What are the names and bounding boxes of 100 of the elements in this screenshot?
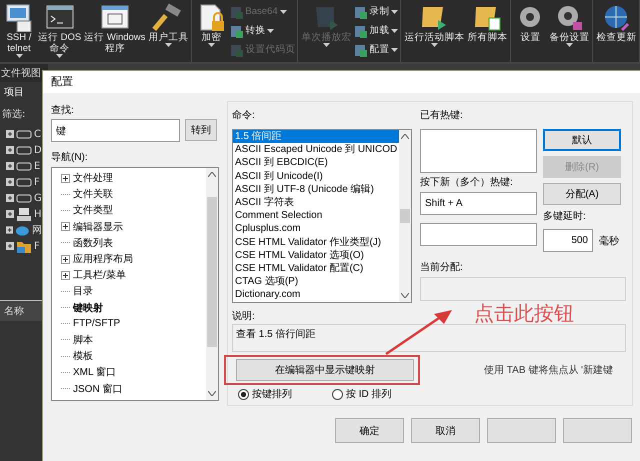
field-label: 查找: [51, 104, 74, 118]
toolbar-button[interactable]: 设置 [513, 2, 548, 43]
toolbar-button[interactable]: 加载 [353, 23, 398, 38]
scrollbar[interactable] [399, 130, 411, 302]
toolbar-button[interactable]: 运行 DOS 命令 [37, 2, 82, 58]
scroll-thumb[interactable] [400, 209, 410, 223]
tree-item[interactable]: 文件关联 [73, 187, 113, 202]
toolbar-button[interactable]: 用户工具 [147, 2, 190, 47]
scroll-thumb[interactable] [207, 197, 217, 347]
tool-icon [229, 24, 244, 38]
hotkey-list[interactable] [420, 129, 537, 173]
drive-label[interactable]: C [34, 128, 41, 140]
arrow-annotation [384, 308, 454, 356]
tree-item[interactable]: 编辑器显示 [73, 220, 123, 234]
toolbar-button[interactable]: 备份设置 [548, 2, 590, 47]
list-item[interactable]: Comment Selection [233, 209, 399, 222]
radio-option[interactable]: 按键排列 [238, 387, 292, 401]
tree-item[interactable]: 文件处理 [73, 171, 113, 186]
scrollbar[interactable] [206, 168, 218, 400]
toolbar-button[interactable]: 运行 Windows 程序 [83, 2, 146, 54]
network-drive-icon [16, 206, 32, 222]
radio-option[interactable]: 按 ID 排列 [332, 387, 392, 401]
field-label: 按下新（多个）热键: [420, 176, 513, 190]
field-label: 已有热键: [420, 108, 463, 123]
scroll-up-icon [208, 172, 216, 177]
toolbar-button[interactable]: 所有脚本 [466, 2, 508, 43]
toolbar-button[interactable]: SSH / telnet [2, 2, 36, 58]
tool-icon [353, 24, 368, 38]
toolbar-button[interactable]: 配置 [353, 42, 398, 57]
expand-icon [6, 226, 14, 234]
list-item[interactable]: ASCII 到 UTF-8 (Unicode 编辑) [233, 182, 399, 196]
tree-item[interactable]: FTP/SFTP [73, 318, 120, 330]
field-label: 导航(N): [51, 150, 88, 165]
tool-icon [353, 42, 368, 56]
expand-icon [6, 194, 14, 202]
list-item[interactable]: CSE HTML Validator 选项(O) [233, 248, 399, 262]
drive-label[interactable]: F [34, 176, 40, 188]
list-item[interactable]: ASCII Escaped Unicode 到 UNICOD [233, 143, 399, 156]
scroll-down-icon [401, 293, 409, 298]
go-button[interactable]: 转到 [185, 119, 217, 141]
expand-icon [6, 162, 14, 170]
expand-icon [6, 210, 14, 218]
tree-item[interactable]: 脚本 [73, 332, 93, 347]
drive-label[interactable]: E [34, 160, 40, 172]
tool-icon [353, 4, 368, 18]
dialog-title: 配置 [43, 71, 640, 93]
tree-item[interactable]: 函数列表 [73, 236, 113, 250]
expand-icon [6, 242, 14, 250]
list-item[interactable]: 1.5 倍间距 [233, 130, 399, 144]
tool-icon [229, 42, 244, 56]
field-label: 多键延时: [543, 210, 586, 224]
scroll-down-icon [208, 391, 216, 396]
list-item[interactable]: Dictionary.com [233, 288, 399, 302]
tree-item[interactable]: JSON 窗口 [73, 382, 122, 396]
field-label: 说明: [232, 310, 255, 324]
unit-label: 毫秒 [599, 234, 619, 248]
search-field[interactable]: 键 [51, 119, 180, 142]
tree-item[interactable]: 模板 [73, 349, 93, 364]
dialog-button[interactable]: 确定 [335, 418, 404, 443]
dialog-button[interactable] [487, 418, 556, 443]
drive-label[interactable]: D [34, 144, 42, 156]
list-item[interactable]: ASCII 到 Unicode(I) [233, 170, 399, 183]
list-item[interactable]: ASCII 字符表 [233, 196, 399, 210]
hotkey-field[interactable]: Shift + A [420, 192, 537, 215]
action-button[interactable]: 默认 [543, 129, 621, 151]
list-item[interactable]: CSE HTML Validator 作业类型(J) [233, 236, 399, 249]
list-item[interactable]: ASCII 到 EBCDIC(E) [233, 156, 399, 170]
hotkey-field[interactable] [420, 223, 537, 246]
action-button[interactable]: 分配(A) [543, 183, 621, 205]
tree-item[interactable]: 文件类型 [73, 203, 113, 218]
show-keymap-button[interactable]: 在编辑器中显示键映射 [236, 359, 414, 381]
tree-item[interactable]: 目录 [73, 284, 93, 298]
expand-icon [6, 146, 14, 154]
expand-icon [6, 178, 14, 186]
tree-item[interactable]: 工具栏/菜单 [73, 268, 126, 282]
toolbar-button[interactable]: 转换 [229, 23, 296, 38]
toolbar-button[interactable]: 运行活动脚本 [403, 2, 466, 47]
annotation-text: 点击此按钮 [474, 300, 574, 327]
dialog-button[interactable]: 取消 [411, 418, 480, 443]
scroll-up-icon [401, 134, 409, 139]
tree-item[interactable]: 键映射 [73, 300, 103, 315]
tree-item[interactable]: XML 窗口 [73, 365, 116, 380]
dialog-button[interactable] [563, 418, 632, 443]
drive-label[interactable]: 网 [32, 223, 42, 237]
list-item[interactable]: CTAG 选项(P) [233, 275, 399, 288]
list-item[interactable]: Cplusplus.com [233, 222, 399, 236]
tab[interactable]: 项目 [0, 82, 28, 102]
toolbar-button[interactable]: 加密 [194, 2, 228, 47]
drive-label[interactable]: H [34, 208, 42, 220]
toolbar-button[interactable]: 检查更新 [595, 2, 638, 43]
drive-label[interactable]: G [34, 192, 42, 204]
list-item[interactable]: CSE HTML Validator 配置(C) [233, 262, 399, 276]
description-field: 查看 1.5 倍行间距 [232, 324, 626, 352]
tool-icon [229, 4, 244, 18]
panel-title: 文件视图 [0, 64, 48, 82]
toolbar-button[interactable]: 录制 [353, 4, 398, 19]
tree-item[interactable]: 应用程序布局 [73, 252, 133, 266]
drive-label[interactable]: F [34, 240, 40, 252]
delay-field[interactable]: 500 [543, 229, 593, 252]
expand-icon [6, 130, 14, 138]
